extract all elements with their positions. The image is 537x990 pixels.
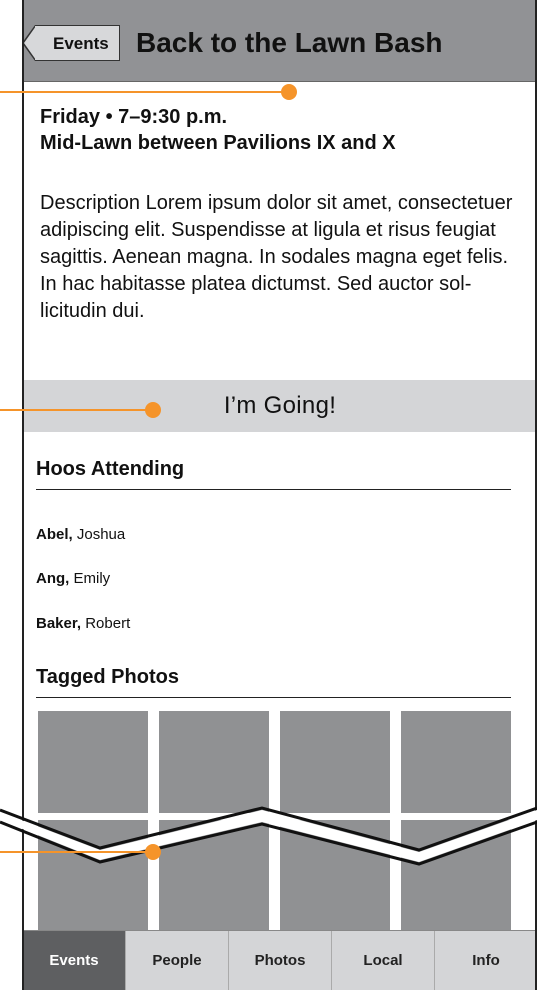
annotation-marker-photos (145, 844, 161, 860)
annotation-marker-event-details (281, 84, 297, 100)
annotation-marker-going-button (145, 402, 161, 418)
annotation-layer (0, 84, 297, 860)
